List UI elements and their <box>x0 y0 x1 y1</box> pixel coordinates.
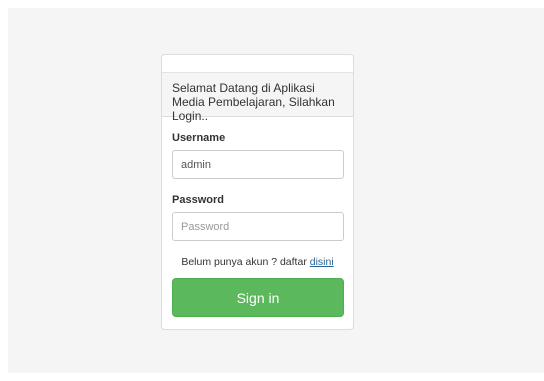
login-panel: Selamat Datang di Aplikasi Media Pembela… <box>161 54 354 330</box>
register-prompt-text: Belum punya akun ? daftar <box>181 256 310 268</box>
register-prompt-line: Belum punya akun ? daftar disini <box>162 256 353 268</box>
username-input[interactable] <box>172 150 344 179</box>
username-label: Username <box>172 132 226 144</box>
password-label: Password <box>172 194 224 206</box>
signin-button[interactable]: Sign in <box>172 278 344 317</box>
password-input[interactable] <box>172 212 344 241</box>
login-heading: Selamat Datang di Aplikasi Media Pembela… <box>162 72 353 123</box>
register-link[interactable]: disini <box>310 256 334 268</box>
